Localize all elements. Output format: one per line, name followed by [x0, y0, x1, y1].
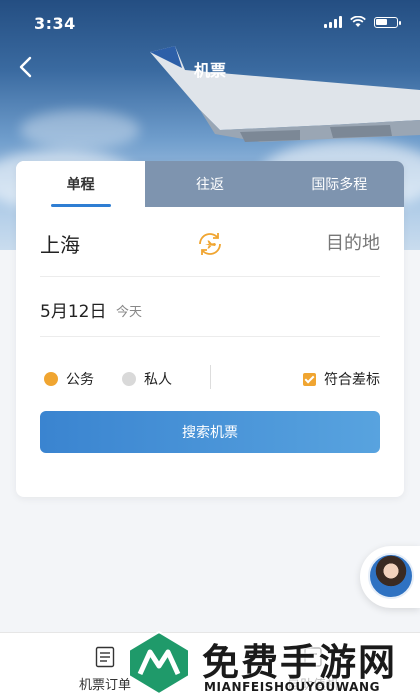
policy-checkbox[interactable]: 符合差标	[303, 369, 380, 389]
departure-date[interactable]: 5月12日	[40, 297, 106, 322]
destination-city[interactable]: 目的地	[326, 229, 380, 255]
policy-label: 符合差标	[324, 372, 380, 388]
radio-private-label: 私人	[144, 372, 172, 388]
page-title: 机票	[193, 61, 226, 80]
search-flights-button[interactable]: 搜索机票	[40, 411, 380, 453]
tab-one-way[interactable]: 单程	[16, 161, 146, 207]
city-row: 上海 目的地	[40, 207, 380, 277]
status-time: 3:34	[34, 14, 76, 33]
swap-plane-icon[interactable]	[196, 230, 224, 258]
watermark-logo-icon	[128, 630, 190, 696]
tab-round-trip[interactable]: 往返	[145, 161, 275, 207]
watermark-subtitle: MIANFEISHOUYOUWANG	[204, 680, 381, 694]
radio-private[interactable]: 私人	[122, 369, 172, 389]
wifi-icon	[350, 16, 366, 27]
tab-multi-city[interactable]: 国际多程	[274, 161, 404, 207]
radio-official-label: 公务	[66, 372, 94, 388]
signal-icon	[324, 16, 342, 28]
watermark: 免费手游网 MIANFEISHOUYOUWANG	[126, 630, 420, 700]
checkbox-checked-icon	[303, 372, 316, 386]
radio-official[interactable]: 公务	[44, 369, 94, 389]
date-hint: 今天	[116, 305, 143, 320]
divider	[210, 365, 211, 389]
status-bar: 3:34	[0, 0, 420, 46]
flight-search-card: 单程 往返 国际多程 上海 目的地 5月12日 今天 公务 私人 符合差标 搜索…	[16, 161, 404, 497]
trip-type-tabs: 单程 往返 国际多程	[16, 161, 404, 207]
battery-icon	[374, 16, 401, 28]
radio-dot-selected	[44, 372, 58, 386]
nav-bar: 机票	[0, 46, 420, 90]
avatar	[368, 553, 414, 599]
status-icons	[324, 16, 401, 28]
trip-purpose-row: 公务 私人 符合差标	[40, 337, 380, 411]
radio-dot-unselected	[122, 372, 136, 386]
date-row[interactable]: 5月12日 今天	[40, 277, 380, 337]
departure-city[interactable]: 上海	[40, 229, 80, 258]
document-list-icon	[95, 646, 115, 668]
customer-service-button[interactable]	[360, 546, 420, 608]
watermark-title: 免费手游网	[202, 641, 397, 684]
